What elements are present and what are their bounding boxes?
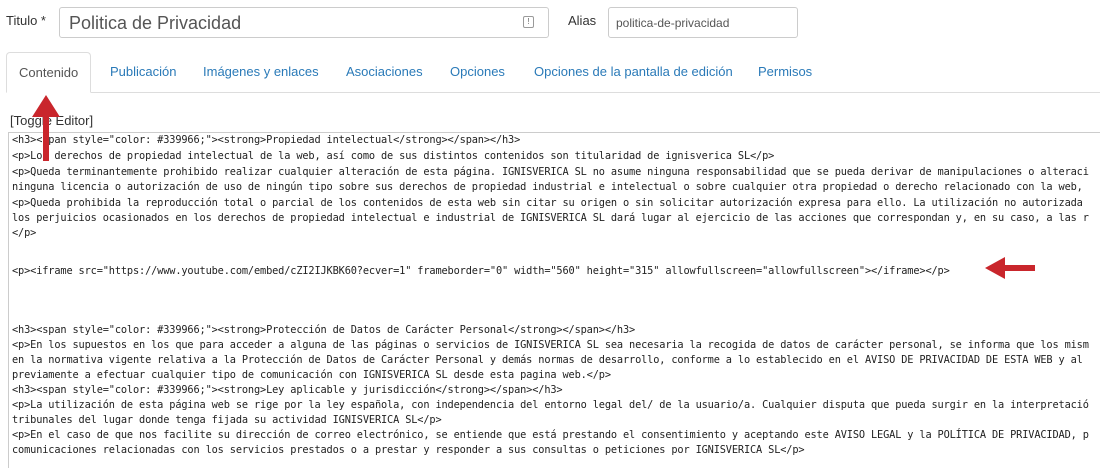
code-line: <h3><span style="color: #339966;"><stron… bbox=[12, 134, 521, 146]
tab-permisos[interactable]: Permisos bbox=[758, 52, 812, 92]
code-line: <p>Los derechos de propiedad intelectual… bbox=[12, 150, 775, 162]
red-arrow-left-icon bbox=[985, 257, 1035, 279]
tab-opciones-pantalla-edicion[interactable]: Opciones de la pantalla de edición bbox=[534, 52, 733, 92]
code-line: <p>En el caso de que nos facilite su dir… bbox=[12, 429, 1089, 441]
alias-input[interactable]: politica-de-privacidad bbox=[608, 7, 798, 38]
tab-asociaciones[interactable]: Asociaciones bbox=[346, 52, 423, 92]
title-label: Titulo * bbox=[6, 13, 46, 28]
code-line: </p> bbox=[12, 227, 37, 239]
tab-opciones[interactable]: Opciones bbox=[450, 52, 505, 92]
tab-imagenes-y-enlaces[interactable]: Imágenes y enlaces bbox=[203, 52, 319, 92]
code-line: en la normativa vigente relativa a la Pr… bbox=[12, 354, 1083, 366]
code-line: <p>Queda prohibida la reproducción total… bbox=[12, 197, 1083, 209]
code-line: comunicaciones relacionadas con los serv… bbox=[12, 444, 805, 456]
tab-contenido[interactable]: Contenido bbox=[6, 52, 92, 93]
code-line: ninguna licencia o autorización de uso d… bbox=[12, 181, 1083, 193]
title-input[interactable]: Politica de Privacidad ! bbox=[59, 7, 549, 38]
code-line: tribunales del lugar donde tenga fijada … bbox=[12, 414, 442, 426]
code-line: <p>Queda terminantemente prohibido reali… bbox=[12, 166, 1089, 178]
code-line: los perjuicios ocasionados en los derech… bbox=[12, 212, 1089, 224]
code-line: <h3><span style="color: #339966;"><stron… bbox=[12, 324, 636, 336]
tab-publicacion[interactable]: Publicación bbox=[110, 52, 177, 92]
code-line: <p><iframe src="https://www.youtube.com/… bbox=[12, 265, 950, 277]
tab-bar: Contenido Publicación Imágenes y enlaces… bbox=[6, 52, 1100, 93]
red-arrow-up-icon bbox=[32, 95, 60, 161]
code-line: <p>La utilización de esta página web se … bbox=[12, 399, 1089, 411]
code-line: previamente a efectuar cualquier tipo de… bbox=[12, 369, 611, 381]
alias-label: Alias bbox=[568, 13, 597, 28]
alias-value: politica-de-privacidad bbox=[616, 16, 730, 30]
code-editor-textarea[interactable]: <h3><span style="color: #339966;"><stron… bbox=[8, 132, 1100, 468]
code-line: <h3><span style="color: #339966;"><stron… bbox=[12, 384, 563, 396]
title-value: Politica de Privacidad bbox=[69, 13, 242, 33]
warning-icon: ! bbox=[523, 16, 534, 28]
code-line: <p>En los supuestos en los que para acce… bbox=[12, 339, 1089, 351]
